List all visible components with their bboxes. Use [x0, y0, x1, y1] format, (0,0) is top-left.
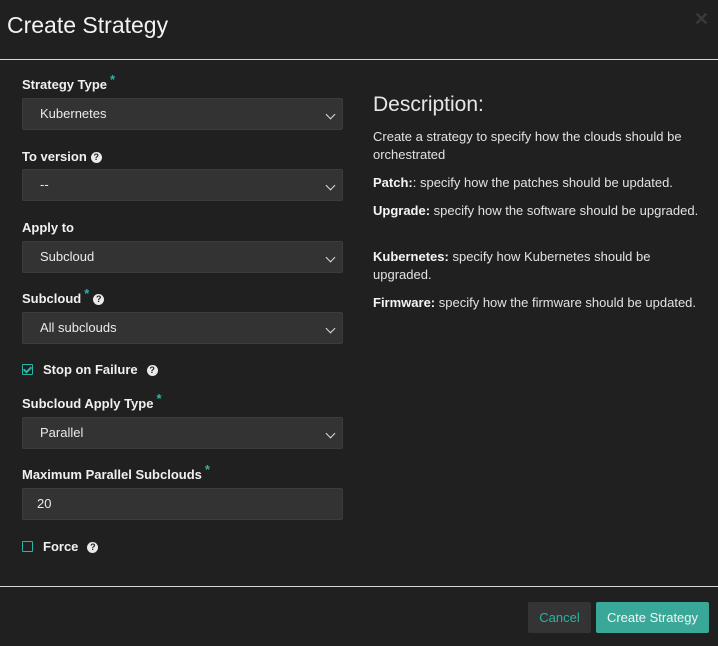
chevron-down-icon — [325, 109, 336, 120]
description-title: Description: — [373, 93, 484, 116]
strategy-type-value: Kubernetes — [40, 106, 107, 121]
close-icon[interactable]: ✕ — [694, 10, 709, 28]
help-icon[interactable]: ? — [87, 542, 99, 553]
subcloud-value: All subclouds — [40, 320, 117, 335]
to-version-label: To version? — [22, 149, 102, 164]
to-version-select[interactable]: -- — [22, 169, 343, 201]
help-icon[interactable]: ? — [146, 365, 158, 376]
header-divider — [0, 59, 718, 60]
description-item-firmware: Firmware: specify how the firmware shoul… — [373, 295, 697, 310]
strategy-type-select[interactable]: Kubernetes — [22, 98, 343, 130]
subcloud-label: Subcloud *? — [22, 286, 105, 306]
force-label: Force? — [43, 539, 99, 554]
force-checkbox[interactable] — [22, 541, 33, 552]
chevron-down-icon — [325, 428, 336, 439]
help-icon[interactable]: ? — [93, 294, 105, 305]
max-parallel-label: Maximum Parallel Subclouds * — [22, 462, 210, 482]
apply-to-select[interactable]: Subcloud — [22, 241, 343, 273]
subcloud-apply-type-value: Parallel — [40, 425, 84, 440]
subcloud-apply-type-select[interactable]: Parallel — [22, 417, 343, 449]
description-item-kubernetes: Kubernetes: specify how Kubernetes shoul… — [373, 249, 651, 282]
stop-on-failure-checkbox[interactable] — [22, 364, 33, 375]
description-item-upgrade: Upgrade: specify how the software should… — [373, 203, 699, 218]
max-parallel-input[interactable]: 20 — [22, 488, 343, 520]
chevron-down-icon — [325, 323, 336, 334]
chevron-down-icon — [325, 252, 336, 263]
apply-to-label: Apply to — [22, 220, 74, 235]
required-marker: * — [204, 462, 210, 477]
required-marker: * — [84, 286, 90, 301]
apply-to-value: Subcloud — [40, 249, 95, 264]
dialog-title: Create Strategy — [7, 12, 169, 38]
subcloud-select[interactable]: All subclouds — [22, 312, 343, 344]
cancel-button[interactable]: Cancel — [528, 602, 591, 633]
create-strategy-button[interactable]: Create Strategy — [596, 602, 709, 633]
description-intro: Create a strategy to specify how the clo… — [373, 129, 682, 162]
strategy-type-label: Strategy Type * — [22, 72, 116, 92]
help-icon[interactable]: ? — [90, 152, 102, 163]
required-marker: * — [156, 391, 162, 406]
footer-divider — [0, 586, 718, 587]
to-version-value: -- — [40, 177, 49, 192]
description-item-patch: Patch:: specify how the patches should b… — [373, 175, 673, 190]
subcloud-apply-type-label: Subcloud Apply Type * — [22, 391, 162, 411]
chevron-down-icon — [325, 180, 336, 191]
required-marker: * — [110, 72, 116, 87]
stop-on-failure-label: Stop on Failure? — [43, 362, 158, 377]
